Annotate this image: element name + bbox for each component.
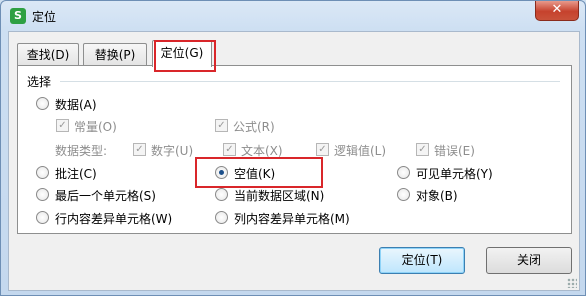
number-checkbox[interactable]: ✓ — [133, 143, 146, 156]
goto-panel: 选择 数据(A) ✓ 常量(O) ✓ 公式(R) 数据类型: ✓ 数字(U) ✓… — [17, 65, 572, 234]
current-region-label[interactable]: 当前数据区域(N) — [234, 187, 324, 204]
constant-label[interactable]: 常量(O) — [74, 118, 117, 135]
close-button[interactable]: 关闭 — [486, 247, 572, 274]
app-icon: S — [10, 8, 26, 24]
constant-checkbox[interactable]: ✓ — [56, 119, 69, 132]
tab-highlight-box — [154, 40, 216, 72]
comments-label[interactable]: 批注(C) — [55, 165, 97, 182]
number-label[interactable]: 数字(U) — [151, 142, 193, 159]
title-bar[interactable]: S 定位 ✕ — [1, 1, 585, 31]
tab-find[interactable]: 查找(D) — [17, 43, 79, 66]
col-diff-label[interactable]: 列内容差异单元格(M) — [234, 210, 350, 227]
error-checkbox[interactable]: ✓ — [416, 143, 429, 156]
dialog-client: 查找(D) 替换(P) 定位(G) 选择 数据(A) ✓ 常量(O) ✓ 公式(… — [8, 31, 580, 291]
last-cell-radio[interactable] — [36, 188, 49, 201]
tab-replace[interactable]: 替换(P) — [83, 43, 147, 66]
logical-label[interactable]: 逻辑值(L) — [334, 142, 386, 159]
comments-radio[interactable] — [36, 166, 49, 179]
goto-button[interactable]: 定位(T) — [379, 247, 465, 274]
resize-grip-icon[interactable] — [567, 278, 577, 288]
formula-label[interactable]: 公式(R) — [233, 118, 275, 135]
current-region-radio[interactable] — [215, 188, 228, 201]
visible-cells-radio[interactable] — [397, 166, 410, 179]
data-type-label: 数据类型: — [55, 144, 108, 158]
blanks-highlight-box — [195, 157, 323, 188]
col-diff-radio[interactable] — [215, 211, 228, 224]
last-cell-label[interactable]: 最后一个单元格(S) — [55, 187, 156, 204]
dialog-window: S 定位 ✕ 查找(D) 替换(P) 定位(G) 选择 数据(A) ✓ 常量(O… — [0, 0, 586, 296]
data-radio[interactable] — [36, 97, 49, 110]
group-label: 选择 — [27, 75, 52, 89]
objects-radio[interactable] — [397, 188, 410, 201]
data-label[interactable]: 数据(A) — [55, 96, 97, 113]
objects-label[interactable]: 对象(B) — [416, 187, 458, 204]
row-diff-radio[interactable] — [36, 211, 49, 224]
text-checkbox[interactable]: ✓ — [223, 143, 236, 156]
visible-cells-label[interactable]: 可见单元格(Y) — [416, 165, 493, 182]
formula-checkbox[interactable]: ✓ — [215, 119, 228, 132]
logical-checkbox[interactable]: ✓ — [316, 143, 329, 156]
close-window-button[interactable]: ✕ — [535, 1, 579, 21]
dialog-title: 定位 — [32, 10, 57, 24]
row-diff-label[interactable]: 行内容差异单元格(W) — [55, 210, 172, 227]
error-label[interactable]: 错误(E) — [434, 142, 475, 159]
group-divider — [60, 81, 560, 82]
